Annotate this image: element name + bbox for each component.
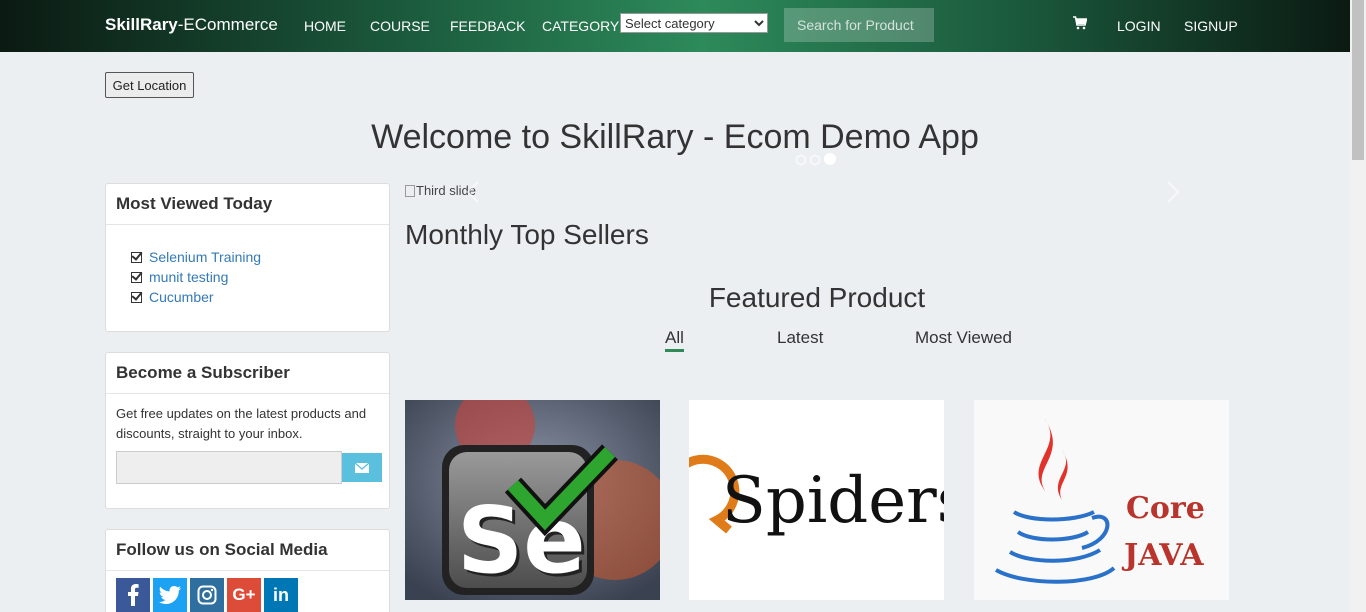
- most-viewed-link[interactable]: Cucumber: [149, 289, 214, 305]
- navbar: SkillRary-ECommerce HOME COURSE FEEDBACK…: [0, 0, 1350, 52]
- most-viewed-link[interactable]: munit testing: [149, 269, 228, 285]
- carousel-prev-icon[interactable]: [466, 180, 480, 204]
- product-card-qspiders[interactable]: Spiders: [689, 400, 944, 600]
- welcome-heading: Welcome to SkillRary - Ecom Demo App: [371, 118, 979, 156]
- instagram-icon[interactable]: [190, 578, 224, 612]
- brand-rest: -ECommerce: [177, 15, 278, 34]
- most-viewed-link[interactable]: Selenium Training: [149, 249, 261, 265]
- list-item: Selenium Training: [131, 247, 389, 267]
- checkbox-icon: [131, 291, 142, 303]
- brand-logo[interactable]: SkillRary-ECommerce: [105, 15, 278, 35]
- category-select[interactable]: Select category: [620, 13, 768, 33]
- carousel-indicator-2[interactable]: [810, 155, 820, 165]
- list-item: munit testing: [131, 267, 389, 287]
- carousel-indicator-3[interactable]: [824, 153, 836, 165]
- svg-text:Spiders: Spiders: [722, 464, 944, 538]
- linkedin-icon[interactable]: in: [264, 578, 298, 612]
- svg-text:Core: Core: [1126, 491, 1205, 526]
- product-card-selenium[interactable]: Se Se: [405, 400, 660, 600]
- list-item: Cucumber: [131, 287, 389, 307]
- product-card-core-java[interactable]: Core JAVA: [974, 400, 1229, 600]
- nav-home[interactable]: HOME: [304, 18, 346, 34]
- svg-text:JAVA: JAVA: [1121, 538, 1204, 573]
- get-location-button[interactable]: Get Location: [105, 72, 194, 98]
- social-panel: Follow us on Social Media G+ in: [105, 529, 390, 612]
- subscribe-form: [116, 451, 382, 484]
- nav-course[interactable]: COURSE: [370, 18, 430, 34]
- most-viewed-title: Most Viewed Today: [106, 184, 389, 225]
- selenium-logo-image: Se Se: [405, 400, 660, 600]
- tab-latest[interactable]: Latest: [777, 328, 823, 348]
- envelope-icon: [355, 462, 369, 473]
- nav-feedback[interactable]: FEEDBACK: [450, 18, 525, 34]
- subscriber-panel: Become a Subscriber Get free updates on …: [105, 352, 390, 509]
- page-scrollbar[interactable]: [1350, 0, 1366, 612]
- qspiders-logo-image: Spiders: [689, 400, 944, 600]
- checkbox-icon: [131, 251, 142, 263]
- featured-product-title: Featured Product: [708, 282, 926, 313]
- facebook-icon[interactable]: [116, 578, 150, 612]
- most-viewed-list: Selenium Training munit testing Cucumber: [106, 225, 389, 307]
- scrollbar-thumb[interactable]: [1352, 0, 1364, 160]
- most-viewed-panel: Most Viewed Today Selenium Training muni…: [105, 183, 390, 332]
- carousel-caption: Monthly Top Sellers: [405, 219, 649, 250]
- carousel-indicator-1[interactable]: [796, 155, 806, 165]
- social-title: Follow us on Social Media: [106, 530, 389, 571]
- tab-most-viewed[interactable]: Most Viewed: [915, 328, 1012, 348]
- twitter-icon[interactable]: [153, 578, 187, 612]
- brand-bold: SkillRary: [105, 15, 178, 34]
- checkbox-icon: [131, 271, 142, 283]
- cart-icon[interactable]: [1073, 16, 1087, 30]
- social-icons: G+ in: [116, 578, 298, 612]
- core-java-logo-image: Core JAVA: [974, 400, 1229, 600]
- login-link[interactable]: LOGIN: [1117, 18, 1161, 34]
- search-input[interactable]: [784, 8, 934, 42]
- subscriber-title: Become a Subscriber: [106, 353, 389, 394]
- subscribe-email-input[interactable]: [116, 451, 342, 484]
- carousel-indicators: [796, 152, 840, 170]
- signup-link[interactable]: SIGNUP: [1184, 18, 1238, 34]
- nav-category[interactable]: CATEGORY: [542, 18, 619, 34]
- broken-image-icon: [405, 184, 415, 197]
- google-plus-icon[interactable]: G+: [227, 578, 261, 612]
- subscribe-button[interactable]: [342, 453, 382, 482]
- tab-all[interactable]: All: [665, 328, 684, 352]
- subscriber-description: Get free updates on the latest products …: [116, 406, 367, 441]
- carousel-next-icon[interactable]: [1166, 180, 1180, 204]
